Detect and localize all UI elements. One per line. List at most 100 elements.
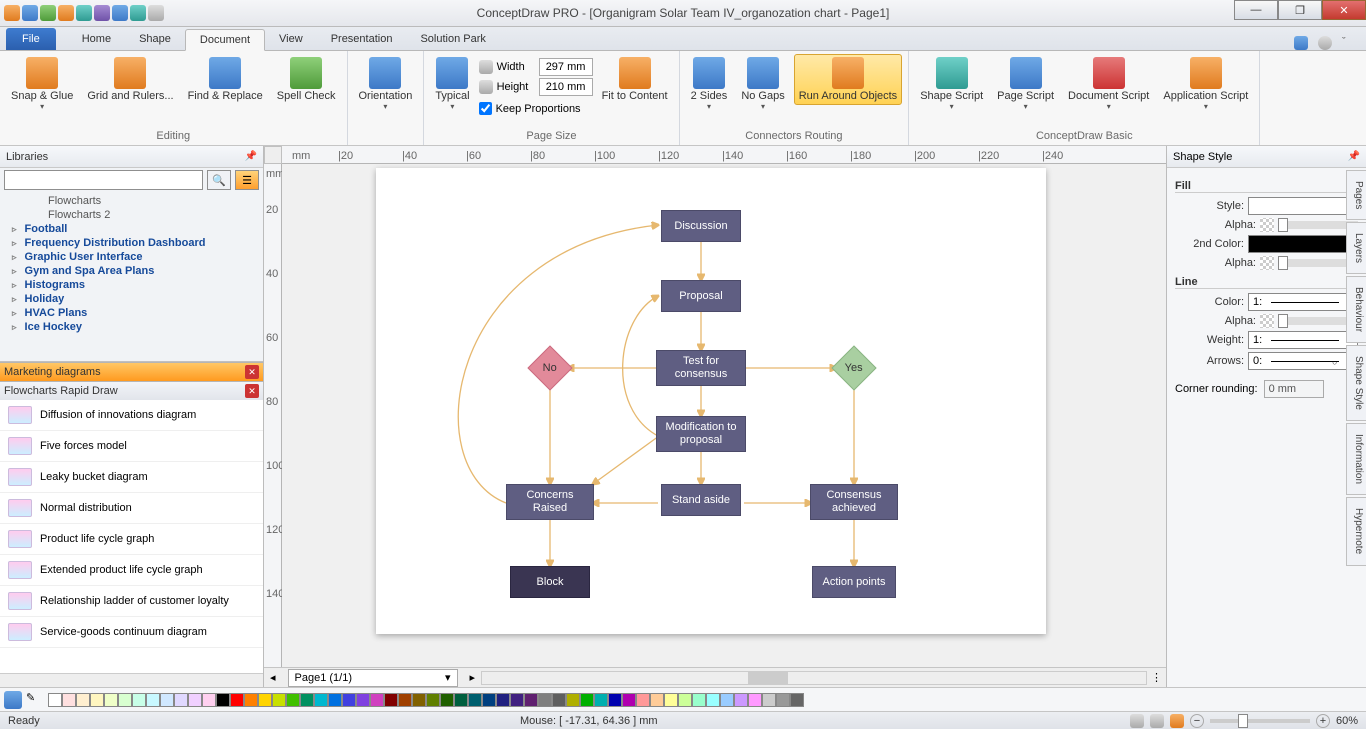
color-swatch[interactable] [762,693,776,707]
tree-item[interactable]: Flowcharts [0,194,263,208]
color-swatch[interactable] [524,693,538,707]
color-swatch[interactable] [230,693,244,707]
color-swatch[interactable] [622,693,636,707]
node-no[interactable]: No [527,345,572,390]
color-swatch[interactable] [566,693,580,707]
second-color-dropdown[interactable] [1248,235,1358,253]
width-input[interactable] [539,58,593,76]
color-swatch[interactable] [468,693,482,707]
tree-item[interactable]: Graphic User Interface [0,250,263,264]
color-swatch[interactable] [692,693,706,707]
color-swatch[interactable] [398,693,412,707]
page-script-button[interactable]: Page Script [992,54,1059,114]
color-swatch[interactable] [118,693,132,707]
line-weight-dropdown[interactable]: 1: [1248,331,1358,349]
find-replace-button[interactable]: Find & Replace [183,54,268,105]
color-swatch[interactable] [734,693,748,707]
color-swatch[interactable] [412,693,426,707]
section-close-icon[interactable]: ✕ [245,365,259,379]
orientation-button[interactable]: Orientation [354,54,418,114]
horizontal-ruler[interactable]: mm|20|40|60|80|100|120|140|160|180|200|2… [282,146,1166,164]
color-swatch[interactable] [608,693,622,707]
pencil-icon[interactable]: ✎ [26,691,44,709]
color-swatch[interactable] [748,693,762,707]
shapes-list[interactable]: Diffusion of innovations diagram Five fo… [0,400,263,673]
node-action-points[interactable]: Action points [812,566,896,598]
color-swatch[interactable] [244,693,258,707]
horizontal-scrollbar[interactable] [481,671,1147,685]
color-swatch[interactable] [706,693,720,707]
tab-solution-park[interactable]: Solution Park [406,28,499,50]
color-swatch[interactable] [328,693,342,707]
library-view-toggle[interactable]: ☰ [235,170,259,190]
page[interactable]: Discussion Proposal Test for consensus M… [376,168,1046,634]
color-swatch[interactable] [342,693,356,707]
color-swatch[interactable] [790,693,804,707]
node-block[interactable]: Block [510,566,590,598]
scroll-hint[interactable]: ⋮ [1147,671,1166,684]
node-test-consensus[interactable]: Test for consensus [656,350,746,386]
color-swatch[interactable] [146,693,160,707]
tab-view[interactable]: View [265,28,317,50]
color-swatch[interactable] [664,693,678,707]
pin-icon[interactable]: 📌 [1348,151,1360,162]
line-color-dropdown[interactable]: 1: [1248,293,1358,311]
qat-save-icon[interactable] [22,5,38,21]
side-tab-hypernote[interactable]: Hypernote [1346,497,1366,565]
node-yes[interactable]: Yes [831,345,876,390]
zoom-out-button[interactable]: − [1190,714,1204,728]
color-swatch[interactable] [258,693,272,707]
color-swatch[interactable] [356,693,370,707]
zoom-region-icon[interactable] [1150,714,1164,728]
qat-open-icon[interactable] [40,5,56,21]
file-tab[interactable]: File [6,28,56,50]
qat-more-icon[interactable] [148,5,164,21]
color-swatch[interactable] [678,693,692,707]
vertical-ruler[interactable]: mm20406080100120140 [264,164,282,667]
color-swatch[interactable] [300,693,314,707]
store-icon[interactable] [1294,36,1308,50]
color-swatch[interactable] [48,693,62,707]
qat-new-icon[interactable] [58,5,74,21]
color-swatch[interactable] [426,693,440,707]
shape-item[interactable]: Product life cycle graph [0,524,263,555]
node-consensus-achieved[interactable]: Consensus achieved [810,484,898,520]
color-swatch[interactable] [132,693,146,707]
tree-item[interactable]: Gym and Spa Area Plans [0,264,263,278]
fit-content-button[interactable]: Fit to Content [597,54,673,105]
left-scrollbar[interactable] [0,673,263,687]
page-selector[interactable]: Page1 (1/1)▾ [288,669,458,687]
tree-item[interactable]: Holiday [0,292,263,306]
color-swatch[interactable] [174,693,188,707]
shape-item[interactable]: Leaky bucket diagram [0,462,263,493]
color-swatch[interactable] [720,693,734,707]
shape-item[interactable]: Normal distribution [0,493,263,524]
ribbon-collapse-icon[interactable]: ˇ [1342,36,1356,50]
shape-item[interactable]: Five forces model [0,431,263,462]
side-tab-layers[interactable]: Layers [1346,222,1366,274]
side-tab-shape-style[interactable]: Shape Style [1346,345,1366,421]
scroll-right-icon[interactable]: ▸ [464,671,482,684]
color-swatch[interactable] [188,693,202,707]
color-swatch[interactable] [76,693,90,707]
color-swatch[interactable] [552,693,566,707]
maximize-button[interactable]: ❐ [1278,0,1322,20]
tree-item[interactable]: Flowcharts 2 [0,208,263,222]
qat-print-icon[interactable] [112,5,128,21]
shape-item[interactable]: Diffusion of innovations diagram [0,400,263,431]
tree-item[interactable]: Histograms [0,278,263,292]
color-swatch[interactable] [216,693,230,707]
search-button[interactable]: 🔍 [207,170,231,190]
corner-rounding-input[interactable] [1264,380,1324,398]
node-stand-aside[interactable]: Stand aside [661,484,741,516]
shape-item[interactable]: Relationship ladder of customer loyalty [0,586,263,617]
color-swatch[interactable] [482,693,496,707]
color-swatch[interactable] [650,693,664,707]
tab-presentation[interactable]: Presentation [317,28,407,50]
arrows-dropdown[interactable]: 0:○ [1248,352,1358,370]
color-swatch[interactable] [202,693,216,707]
zoom-slider[interactable] [1210,719,1310,723]
tab-document[interactable]: Document [185,29,265,51]
color-swatch[interactable] [160,693,174,707]
qat-redo-icon[interactable] [94,5,110,21]
